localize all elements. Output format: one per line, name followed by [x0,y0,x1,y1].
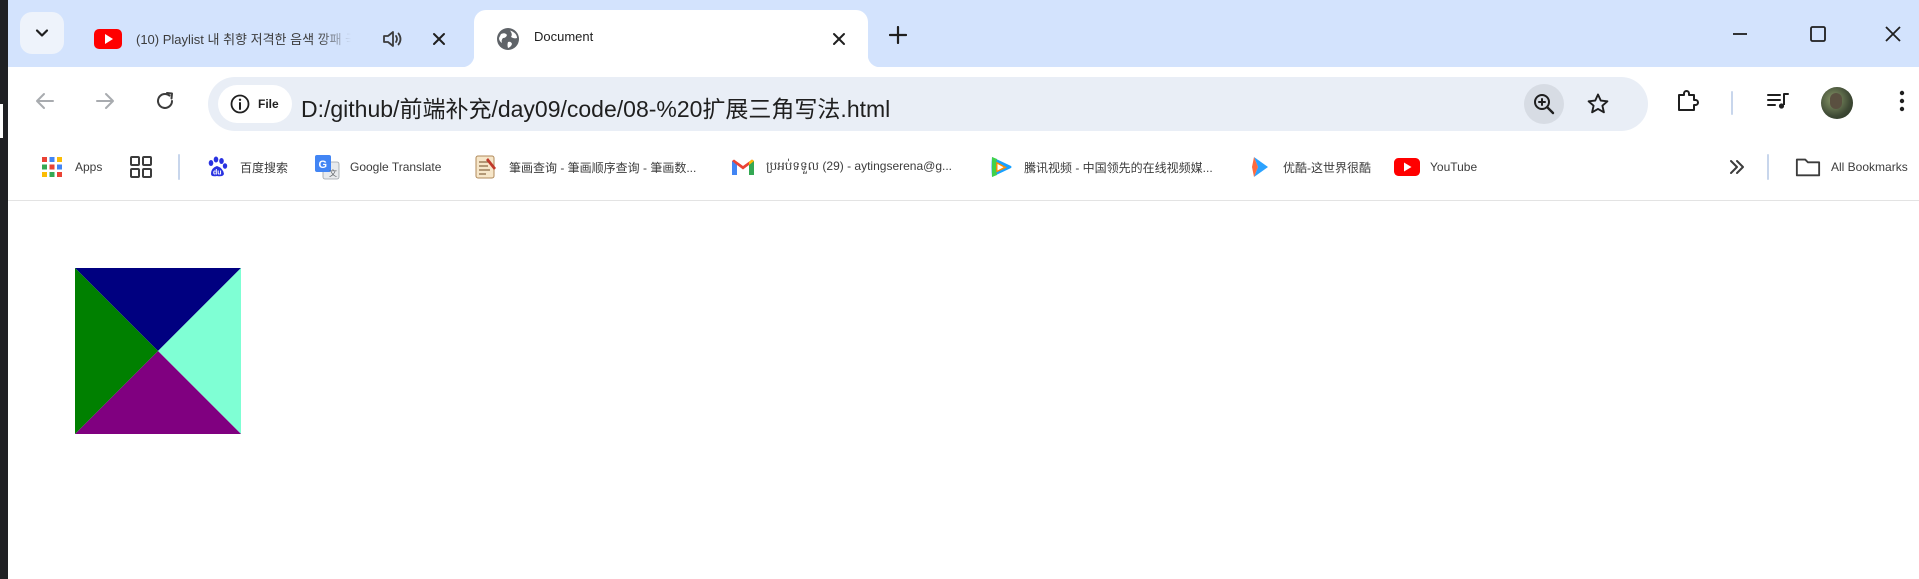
bookmark-star-button[interactable] [1578,84,1618,124]
site-info-chip[interactable]: File [218,85,292,123]
queue-music-icon [1767,93,1789,109]
extensions-button[interactable] [1668,81,1708,121]
desktop-edge [0,0,8,579]
bookmark-tab-groups[interactable] [128,154,154,180]
tab-document[interactable]: Document [462,10,880,67]
bookmark-stroke-order[interactable]: 筆画查询 - 筆画顺序查询 - 筆画数... [473,154,696,180]
youku-icon [1247,154,1273,180]
desktop-edge-marker [0,104,3,138]
close-icon [833,33,845,45]
maximize-icon [1810,26,1826,42]
browser-window: (10) Playlist 내 취향 저격한 음색 깡패 국내 여자 보컬 Do… [8,0,1919,579]
tab-title: Document [534,29,594,44]
info-icon [230,94,250,114]
reload-button[interactable] [147,83,183,119]
maximize-button[interactable] [1798,14,1838,54]
back-button[interactable] [27,83,63,119]
minimize-button[interactable] [1720,14,1760,54]
bookmark-label: ប្រអប់ទទួល (29) - aytingserena@g... [766,159,952,173]
bookmark-apps[interactable]: Apps [39,154,102,180]
all-bookmarks-folder[interactable]: All Bookmarks [1795,154,1908,180]
more-vertical-icon [1899,90,1905,112]
reload-icon [157,92,173,109]
profile-avatar[interactable] [1821,87,1853,119]
bookmark-label: Apps [75,160,103,174]
toolbar: File D:/github/前端补充/day09/code/08-%20扩展三… [8,67,1919,136]
svg-text:G: G [319,159,328,171]
media-controls-button[interactable] [1758,81,1798,121]
bookmark-label: 优酷-这世界很酷 [1283,160,1371,175]
puzzle-icon [1678,90,1699,111]
tab-search-button[interactable] [20,12,64,54]
bookmark-label: Google Translate [350,160,442,174]
forward-arrow-icon [96,93,114,109]
chrome-menu-button[interactable] [1882,81,1919,121]
close-window-button[interactable] [1873,14,1913,54]
all-bookmarks-label: All Bookmarks [1831,160,1908,174]
tab-strip: (10) Playlist 내 취향 저격한 음색 깡패 국내 여자 보컬 Do… [8,0,1919,67]
chevron-down-icon [35,29,49,37]
baidu-icon: du [204,154,230,180]
page-content [8,201,1919,579]
bookmark-baidu[interactable]: du 百度搜索 [204,154,288,180]
gmail-icon [730,154,756,180]
url-text[interactable]: D:/github/前端补充/day09/code/08-%20扩展三角写法.h… [301,90,890,124]
site-chip-label: File [258,97,279,111]
bookmark-tencent-video[interactable]: 騰讯视频 - 中国领先的在线视频媒... [988,154,1213,180]
svg-text:du: du [213,170,222,177]
youtube-icon [94,25,122,53]
folder-icon [1795,154,1821,180]
bookmark-label: 百度搜索 [240,160,289,175]
css-triangles-box [75,268,241,434]
zoom-button[interactable] [1524,84,1564,124]
bookmark-gmail[interactable]: ប្រអប់ទទួល (29) - aytingserena@g... [730,154,952,180]
bookmark-label: 筆画查询 - 筆画顺序查询 - 筆画数... [509,160,697,175]
bookmark-label: 騰讯视频 - 中国领先的在线视频媒... [1024,160,1213,175]
plus-icon [889,26,907,44]
google-translate-icon: G文 [314,154,340,180]
close-tab-button[interactable] [827,27,851,51]
tab-groups-icon [128,154,154,180]
bookmark-label: YouTube [1430,160,1478,174]
tab-youtube-playlist[interactable]: (10) Playlist 내 취향 저격한 음색 깡패 국내 여자 보컬 [72,10,462,67]
svg-text:文: 文 [329,168,337,178]
close-icon [433,33,445,45]
apps-grid-icon [39,154,65,180]
minimize-icon [1733,33,1747,35]
double-chevron-right-icon [1724,154,1750,180]
bookmark-youtube[interactable]: YouTube [1394,154,1477,180]
new-tab-button[interactable] [882,19,914,51]
star-icon [1587,93,1609,114]
bookmarks-overflow-button[interactable] [1724,154,1750,180]
zoom-in-icon [1534,94,1555,115]
close-tab-button[interactable] [427,27,451,51]
bookmark-google-translate[interactable]: G文 Google Translate [314,154,441,180]
close-icon [1885,26,1901,42]
tab-title: (10) Playlist 내 취향 저격한 음색 깡패 국내 여자 보컬 [136,32,351,47]
bookmark-youku[interactable]: 优酷-这世界很酷 [1247,154,1371,180]
back-arrow-icon [36,93,54,109]
speaker-icon[interactable] [381,27,405,51]
bookmarks-bar: Apps du 百度搜索 G文 Google Translate 筆画查询 - … [8,136,1919,201]
address-bar[interactable]: File D:/github/前端补充/day09/code/08-%20扩展三… [208,77,1648,131]
toolbar-divider [1731,91,1733,115]
stroke-order-icon [473,154,499,180]
globe-icon [494,25,522,53]
forward-button[interactable] [87,83,123,119]
bookmarks-divider [178,154,180,180]
tencent-video-icon [988,154,1014,180]
youtube-icon [1394,154,1420,180]
bookmarks-divider [1767,154,1769,180]
